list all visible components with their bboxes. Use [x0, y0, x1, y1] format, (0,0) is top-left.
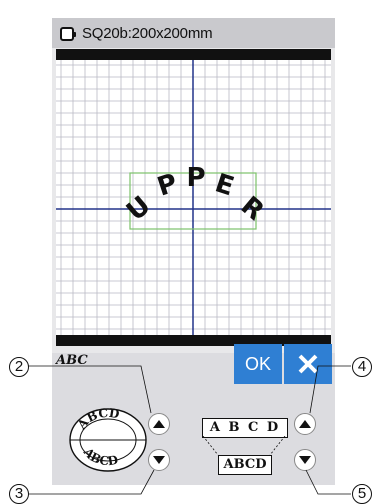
close-icon — [298, 354, 318, 374]
arc-increase-button[interactable] — [148, 413, 170, 435]
spacing-decrease-button[interactable] — [294, 449, 316, 471]
cancel-button[interactable] — [284, 344, 332, 384]
callout-5: 5 — [352, 484, 372, 504]
down-arrow-icon — [153, 456, 165, 464]
hoop-frame-top — [56, 49, 331, 60]
design-letter: R — [235, 191, 270, 227]
up-arrow-icon — [153, 420, 165, 428]
spacing-increase-button[interactable] — [294, 413, 316, 435]
edit-screen: SQ20b:200x200mm UPPER — [52, 18, 335, 353]
embroidery-grid[interactable]: UPPER — [56, 60, 331, 335]
hoop-size-label: SQ20b:200x200mm — [82, 25, 213, 42]
ok-button[interactable]: OK — [234, 344, 282, 384]
arc-decrease-button[interactable] — [148, 449, 170, 471]
callout-2: 2 — [9, 357, 29, 377]
hoop-icon — [60, 27, 76, 41]
spacing-guides — [202, 436, 286, 456]
design-letter: P — [186, 163, 205, 193]
narrow-spacing-text: ABCD — [218, 455, 272, 475]
up-arrow-icon — [299, 420, 311, 428]
design-letter: U — [121, 191, 156, 228]
title-bar: SQ20b:200x200mm — [52, 18, 335, 48]
callout-3: 3 — [9, 484, 29, 504]
grid-svg: UP P ER — [56, 60, 331, 335]
down-arrow-icon — [299, 456, 311, 464]
circular-text-icon: ABCD ABCD — [69, 407, 147, 472]
abc-text-icon: ABC — [56, 353, 88, 368]
wide-spacing-text: A B C D — [202, 418, 288, 438]
callout-4: 4 — [352, 357, 372, 377]
